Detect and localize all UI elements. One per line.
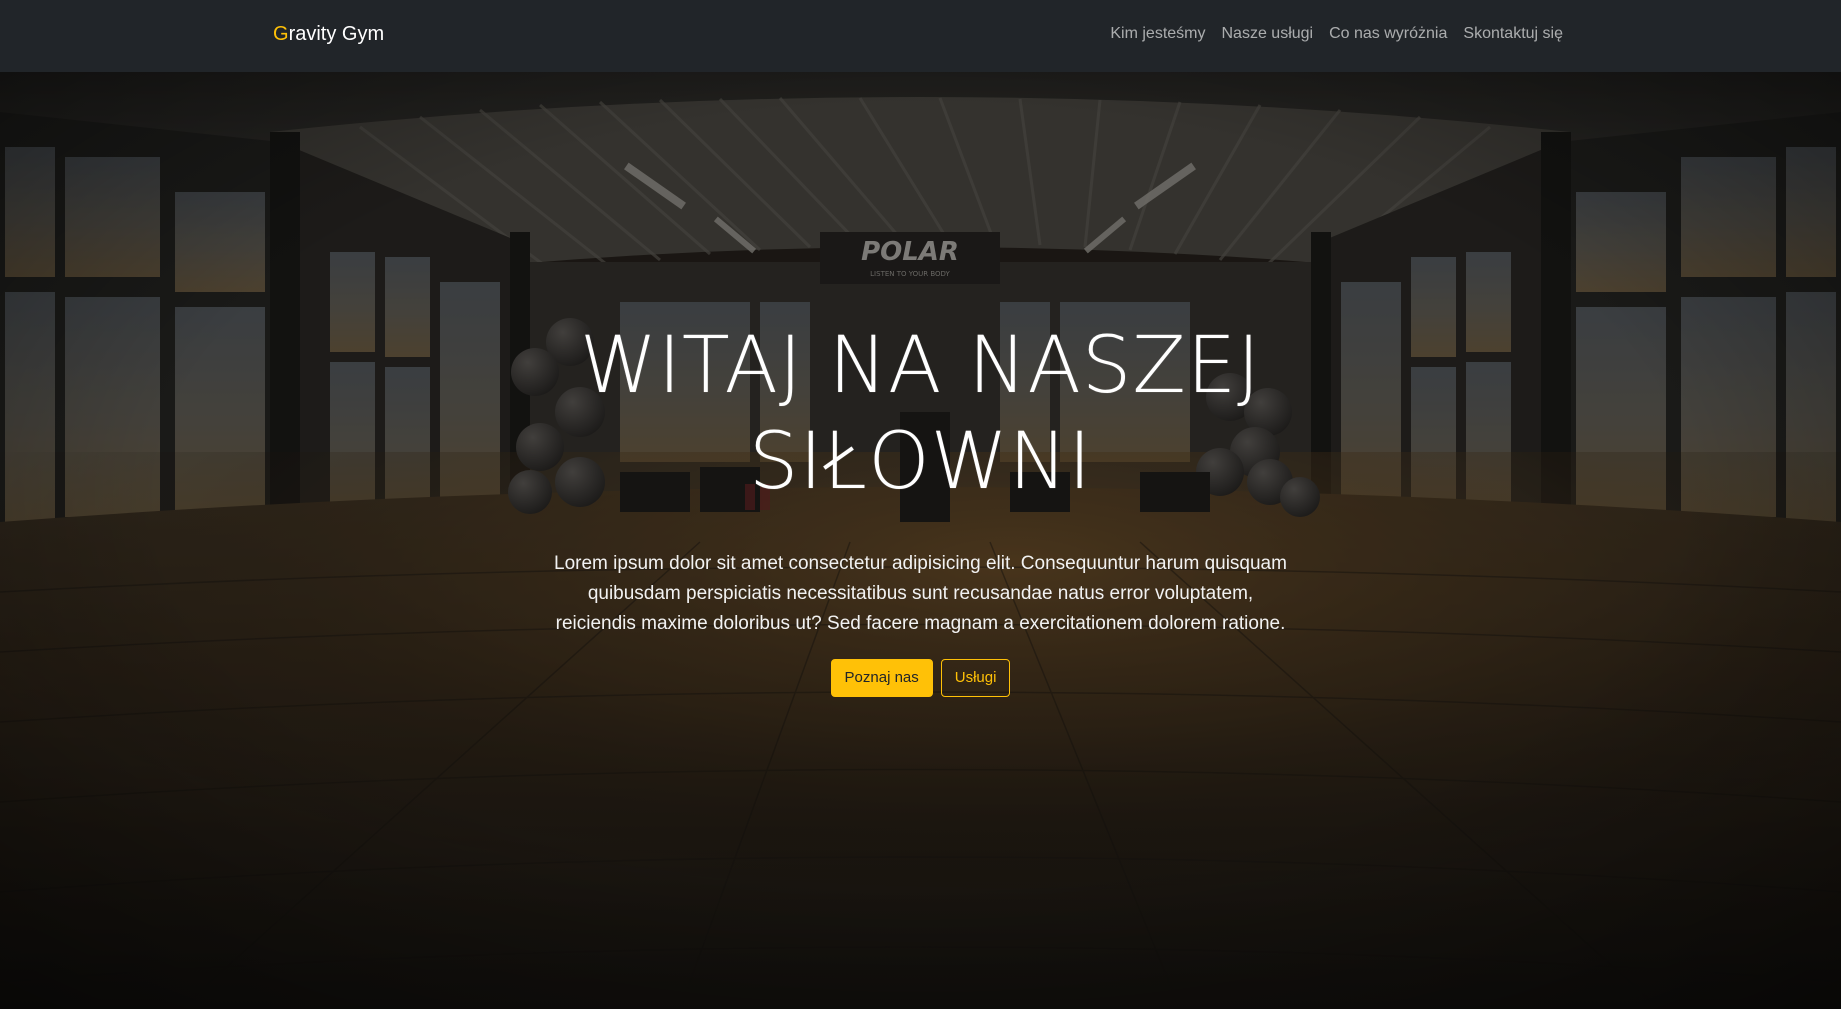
hero-title-line-1: WITAJ NA NASZEJ [579,321,1262,411]
nav-link-kim-jestesmy[interactable]: Kim jesteśmy [1102,25,1213,43]
poznaj-nas-button[interactable]: Poznaj nas [830,659,933,697]
brand-logo[interactable]: Gravity Gym [273,23,384,46]
hero-section: POLAR LISTEN TO YOUR BODY [0,72,1841,1009]
hero-buttons: Poznaj nas Usługi [0,659,1841,697]
nav-link-nasze-uslugi[interactable]: Nasze usługi [1214,25,1322,43]
nav-link-co-nas-wyroznia[interactable]: Co nas wyróżnia [1321,25,1455,43]
nav-link-skontaktuj-sie[interactable]: Skontaktuj się [1455,25,1563,43]
brand-initial: G [273,23,289,45]
hero-title: WITAJ NA NASZEJ SIŁOWNI [520,318,1321,510]
nav-links: Kim jesteśmy Nasze usługi Co nas wyróżni… [1102,25,1563,43]
navbar: Gravity Gym Kim jesteśmy Nasze usługi Co… [0,0,1841,72]
hero-content: WITAJ NA NASZEJ SIŁOWNI Lorem ipsum dolor… [0,72,1841,1009]
uslugi-button[interactable]: Usługi [940,659,1011,697]
brand-name: ravity Gym [288,23,385,45]
hero-description: Lorem ipsum dolor sit amet consectetur a… [554,553,1287,634]
hero-title-line-2: SIŁOWNI [748,417,1093,507]
